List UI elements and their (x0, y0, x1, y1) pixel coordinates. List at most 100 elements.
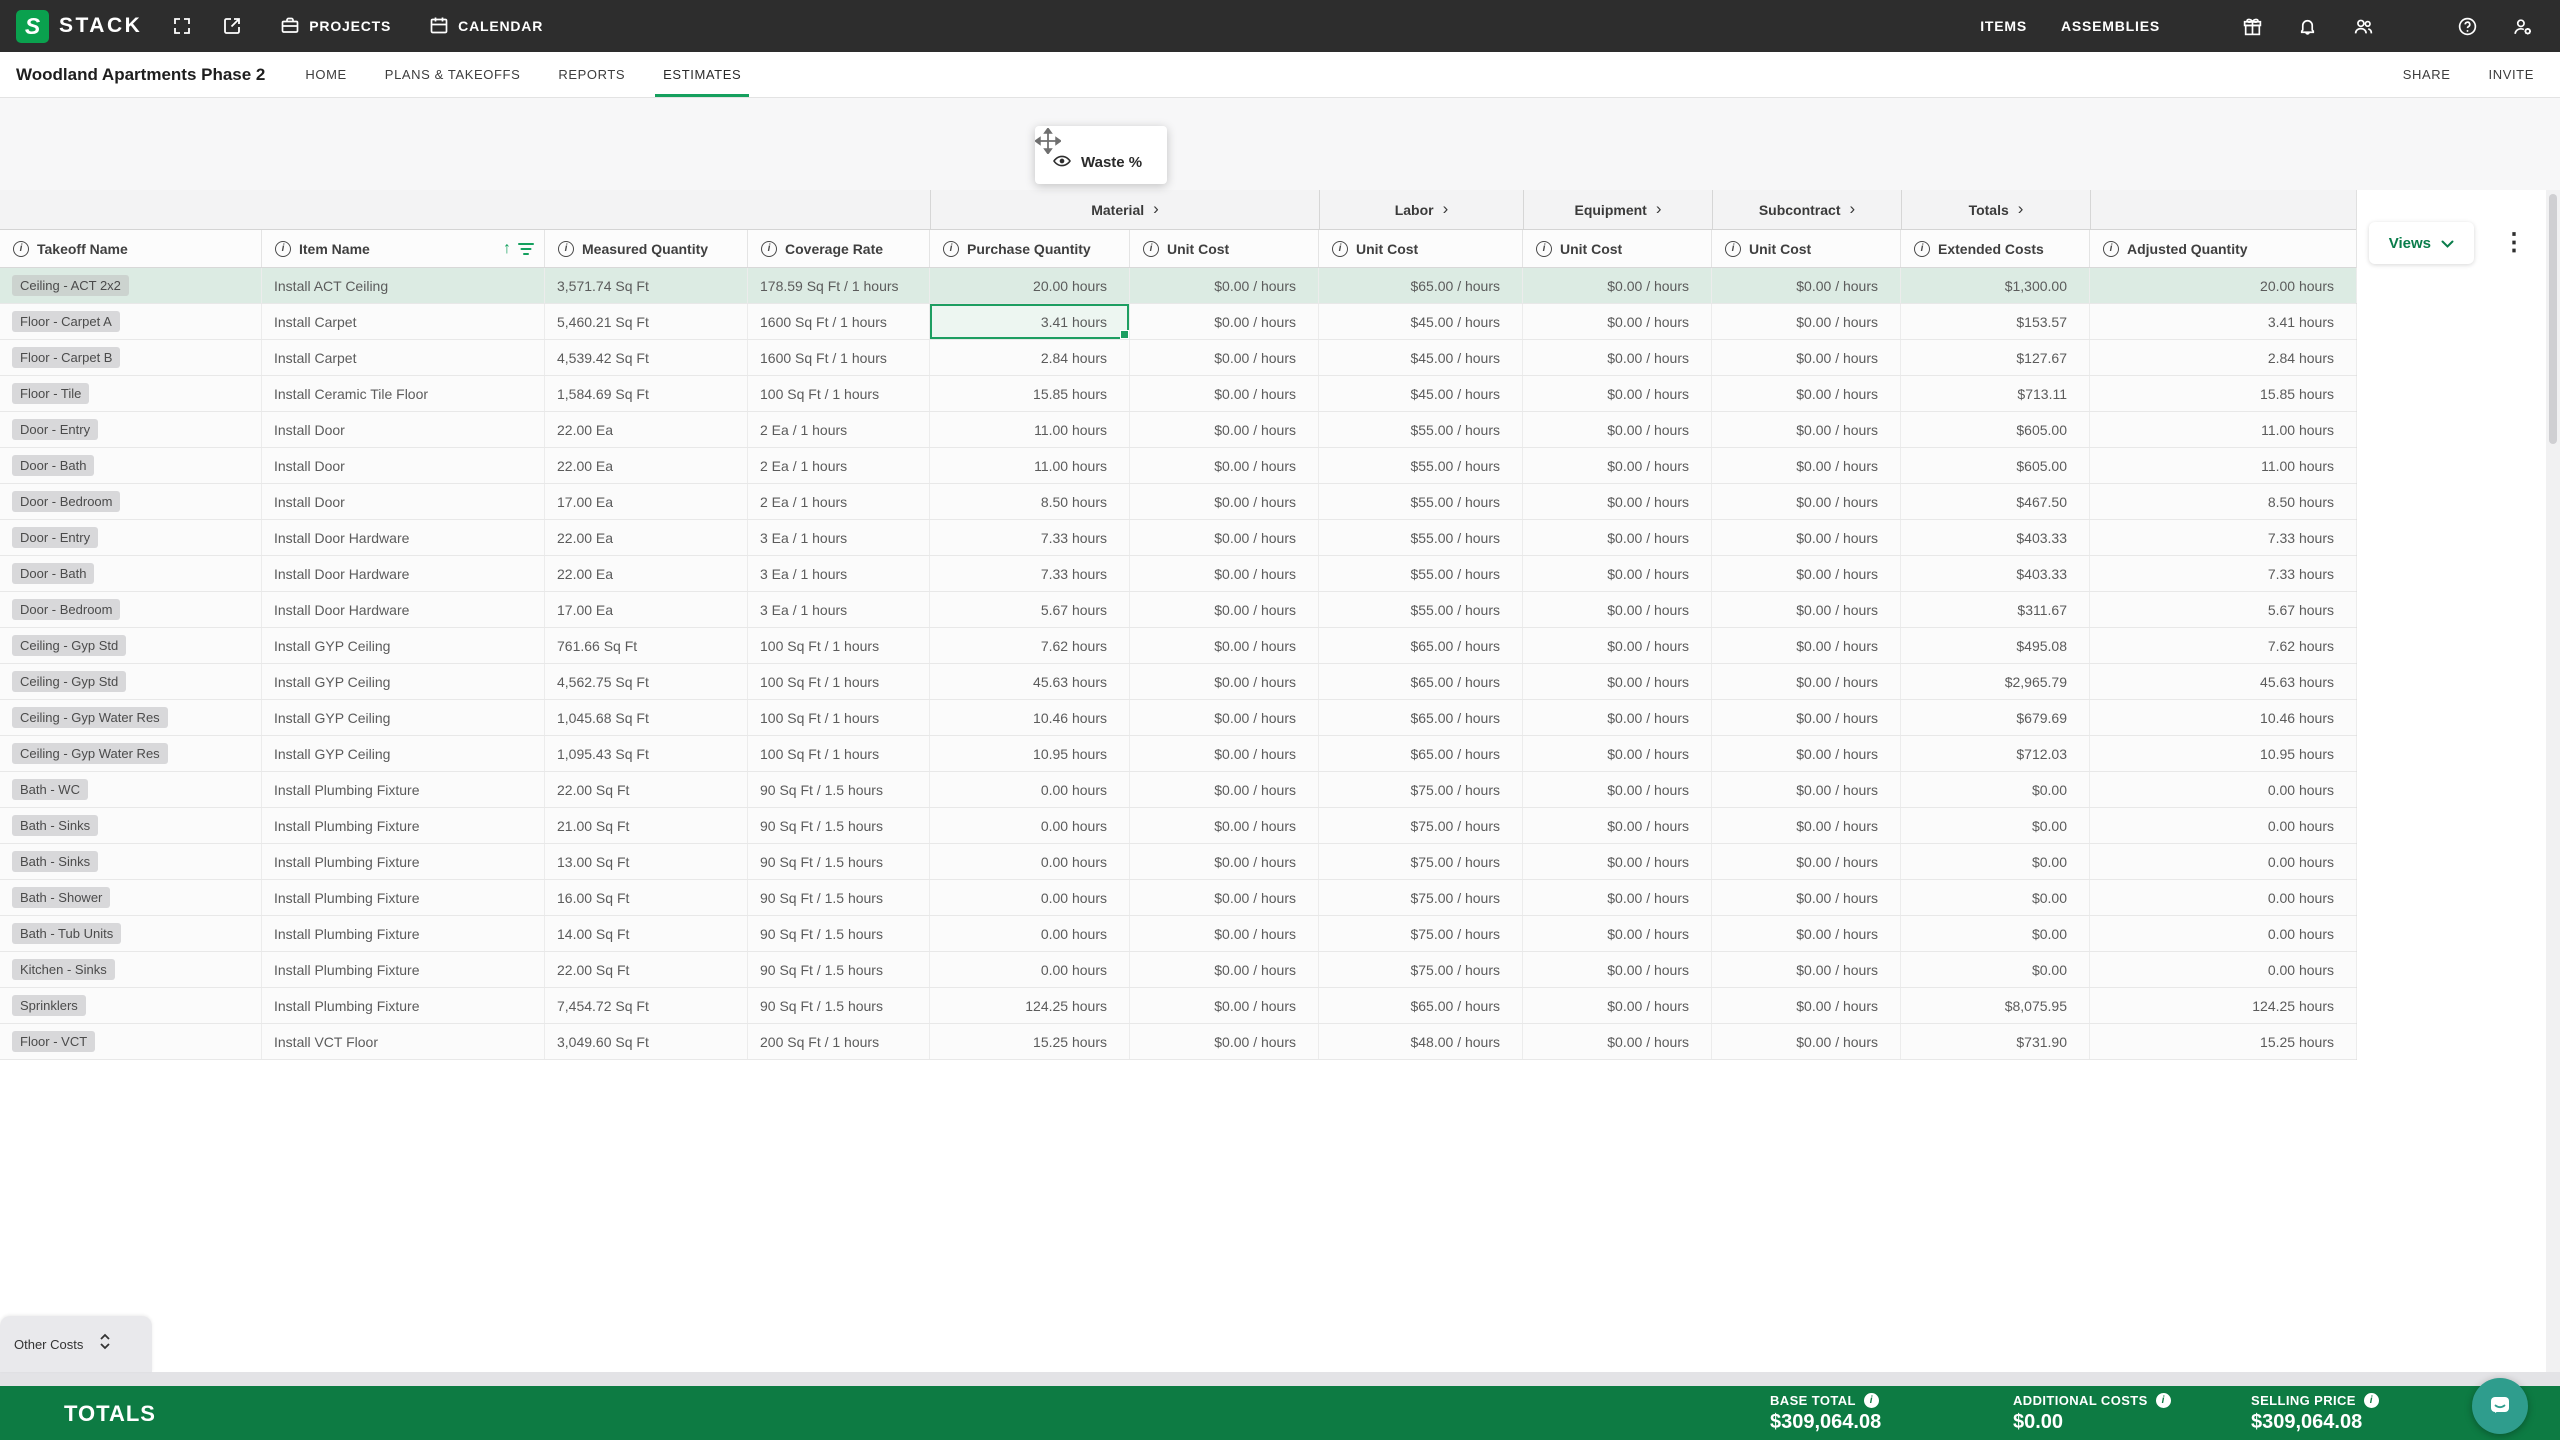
cell-extended-costs[interactable]: $0.00 (1901, 772, 2090, 807)
cell-measured-quantity[interactable]: 13.00 Sq Ft (545, 844, 748, 879)
cell-item-name[interactable]: Install Plumbing Fixture (262, 988, 545, 1023)
cell-item-name[interactable]: Install Plumbing Fixture (262, 772, 545, 807)
cell-unit-cost[interactable]: $0.00 / hours (1130, 592, 1319, 627)
cell-measured-quantity[interactable]: 14.00 Sq Ft (545, 916, 748, 951)
cell-unit-cost[interactable]: $0.00 / hours (1523, 988, 1712, 1023)
cell-unit-cost[interactable]: $65.00 / hours (1319, 268, 1523, 303)
vertical-scrollbar-thumb[interactable] (2549, 194, 2557, 444)
cell-extended-costs[interactable]: $0.00 (1901, 844, 2090, 879)
cell-unit-cost[interactable]: $55.00 / hours (1319, 484, 1523, 519)
cell-purchase-quantity[interactable]: 8.50 hours (930, 484, 1130, 519)
tab-estimates[interactable]: ESTIMATES (663, 52, 741, 97)
cell-unit-cost[interactable]: $55.00 / hours (1319, 520, 1523, 555)
cell-unit-cost[interactable]: $0.00 / hours (1523, 484, 1712, 519)
cell-unit-cost[interactable]: $0.00 / hours (1523, 736, 1712, 771)
cell-unit-cost[interactable]: $0.00 / hours (1523, 880, 1712, 915)
cell-extended-costs[interactable]: $1,300.00 (1901, 268, 2090, 303)
cell-measured-quantity[interactable]: 1,584.69 Sq Ft (545, 376, 748, 411)
cell-takeoff-name[interactable]: Door - Bath (0, 448, 262, 483)
cell-coverage-rate[interactable]: 2 Ea / 1 hours (748, 412, 930, 447)
cell-measured-quantity[interactable]: 1,095.43 Sq Ft (545, 736, 748, 771)
cell-unit-cost[interactable]: $0.00 / hours (1130, 412, 1319, 447)
cell-extended-costs[interactable]: $311.67 (1901, 592, 2090, 627)
table-row[interactable]: Kitchen - SinksInstall Plumbing Fixture2… (0, 952, 2356, 988)
cell-adjusted-quantity[interactable]: 0.00 hours (2090, 844, 2357, 879)
cell-takeoff-name[interactable]: Ceiling - Gyp Water Res (0, 736, 262, 771)
cell-adjusted-quantity[interactable]: 7.62 hours (2090, 628, 2357, 663)
cell-unit-cost[interactable]: $0.00 / hours (1712, 952, 1901, 987)
column-header-takeoff-name[interactable]: iTakeoff Name (0, 230, 262, 267)
cell-unit-cost[interactable]: $0.00 / hours (1523, 1024, 1712, 1059)
cell-coverage-rate[interactable]: 90 Sq Ft / 1.5 hours (748, 916, 930, 951)
column-header-purchase-quantity[interactable]: iPurchase Quantity (930, 230, 1130, 267)
cell-takeoff-name[interactable]: Bath - Shower (0, 880, 262, 915)
cell-takeoff-name[interactable]: Door - Entry (0, 412, 262, 447)
table-row[interactable]: Door - BedroomInstall Door17.00 Ea2 Ea /… (0, 484, 2356, 520)
column-header-measured-quantity[interactable]: iMeasured Quantity (545, 230, 748, 267)
cell-unit-cost[interactable]: $0.00 / hours (1712, 520, 1901, 555)
cell-unit-cost[interactable]: $55.00 / hours (1319, 448, 1523, 483)
cell-purchase-quantity[interactable]: 45.63 hours (930, 664, 1130, 699)
cell-unit-cost[interactable]: $0.00 / hours (1523, 664, 1712, 699)
cell-unit-cost[interactable]: $0.00 / hours (1712, 376, 1901, 411)
cell-adjusted-quantity[interactable]: 20.00 hours (2090, 268, 2357, 303)
cell-measured-quantity[interactable]: 22.00 Ea (545, 556, 748, 591)
cell-coverage-rate[interactable]: 3 Ea / 1 hours (748, 592, 930, 627)
cell-takeoff-name[interactable]: Floor - Carpet B (0, 340, 262, 375)
assemblies-link[interactable]: ASSEMBLIES (2061, 18, 2160, 34)
cell-purchase-quantity[interactable]: 20.00 hours (930, 268, 1130, 303)
cell-unit-cost[interactable]: $0.00 / hours (1712, 592, 1901, 627)
cell-extended-costs[interactable]: $127.67 (1901, 340, 2090, 375)
cell-purchase-quantity[interactable]: 124.25 hours (930, 988, 1130, 1023)
cell-unit-cost[interactable]: $0.00 / hours (1130, 484, 1319, 519)
cell-purchase-quantity[interactable]: 10.95 hours (930, 736, 1130, 771)
cell-unit-cost[interactable]: $0.00 / hours (1712, 664, 1901, 699)
cell-item-name[interactable]: Install Door (262, 484, 545, 519)
cell-adjusted-quantity[interactable]: 0.00 hours (2090, 808, 2357, 843)
table-row[interactable]: Ceiling - Gyp Water ResInstall GYP Ceili… (0, 700, 2356, 736)
column-header-unit-cost[interactable]: iUnit Cost (1523, 230, 1712, 267)
open-in-new-icon[interactable] (222, 16, 242, 36)
cell-takeoff-name[interactable]: Bath - Tub Units (0, 916, 262, 951)
cell-measured-quantity[interactable]: 7,454.72 Sq Ft (545, 988, 748, 1023)
cell-coverage-rate[interactable]: 100 Sq Ft / 1 hours (748, 736, 930, 771)
cell-extended-costs[interactable]: $403.33 (1901, 556, 2090, 591)
cell-unit-cost[interactable]: $0.00 / hours (1130, 916, 1319, 951)
cell-coverage-rate[interactable]: 2 Ea / 1 hours (748, 448, 930, 483)
cell-coverage-rate[interactable]: 90 Sq Ft / 1.5 hours (748, 808, 930, 843)
projects-link[interactable]: PROJECTS (280, 15, 391, 38)
cell-unit-cost[interactable]: $0.00 / hours (1523, 376, 1712, 411)
cell-unit-cost[interactable]: $0.00 / hours (1130, 376, 1319, 411)
table-row[interactable]: Bath - SinksInstall Plumbing Fixture13.0… (0, 844, 2356, 880)
cell-purchase-quantity[interactable]: 2.84 hours (930, 340, 1130, 375)
cell-unit-cost[interactable]: $45.00 / hours (1319, 304, 1523, 339)
cell-adjusted-quantity[interactable]: 0.00 hours (2090, 952, 2357, 987)
cell-unit-cost[interactable]: $0.00 / hours (1130, 808, 1319, 843)
cell-purchase-quantity[interactable]: 0.00 hours (930, 844, 1130, 879)
cell-extended-costs[interactable]: $731.90 (1901, 1024, 2090, 1059)
cell-unit-cost[interactable]: $0.00 / hours (1712, 808, 1901, 843)
cell-item-name[interactable]: Install Door Hardware (262, 520, 545, 555)
cell-purchase-quantity[interactable]: 15.85 hours (930, 376, 1130, 411)
cell-unit-cost[interactable]: $0.00 / hours (1130, 340, 1319, 375)
cell-extended-costs[interactable]: $713.11 (1901, 376, 2090, 411)
info-icon[interactable]: i (2156, 1393, 2171, 1408)
cell-unit-cost[interactable]: $0.00 / hours (1523, 952, 1712, 987)
cell-unit-cost[interactable]: $0.00 / hours (1712, 1024, 1901, 1059)
cell-unit-cost[interactable]: $0.00 / hours (1523, 808, 1712, 843)
cell-unit-cost[interactable]: $55.00 / hours (1319, 556, 1523, 591)
help-icon[interactable] (2457, 16, 2478, 37)
cell-measured-quantity[interactable]: 16.00 Sq Ft (545, 880, 748, 915)
cell-unit-cost[interactable]: $0.00 / hours (1523, 520, 1712, 555)
cell-unit-cost[interactable]: $55.00 / hours (1319, 412, 1523, 447)
cell-unit-cost[interactable]: $0.00 / hours (1523, 700, 1712, 735)
cell-takeoff-name[interactable]: Door - Bedroom (0, 592, 262, 627)
cell-item-name[interactable]: Install Door Hardware (262, 556, 545, 591)
sort-ascending-icon[interactable]: ↑ (503, 241, 511, 257)
cell-item-name[interactable]: Install Carpet (262, 304, 545, 339)
cell-takeoff-name[interactable]: Door - Entry (0, 520, 262, 555)
group-totals[interactable]: Totals› (1901, 190, 2090, 229)
cell-coverage-rate[interactable]: 1600 Sq Ft / 1 hours (748, 340, 930, 375)
cell-coverage-rate[interactable]: 178.59 Sq Ft / 1 hours (748, 268, 930, 303)
cell-adjusted-quantity[interactable]: 3.41 hours (2090, 304, 2357, 339)
